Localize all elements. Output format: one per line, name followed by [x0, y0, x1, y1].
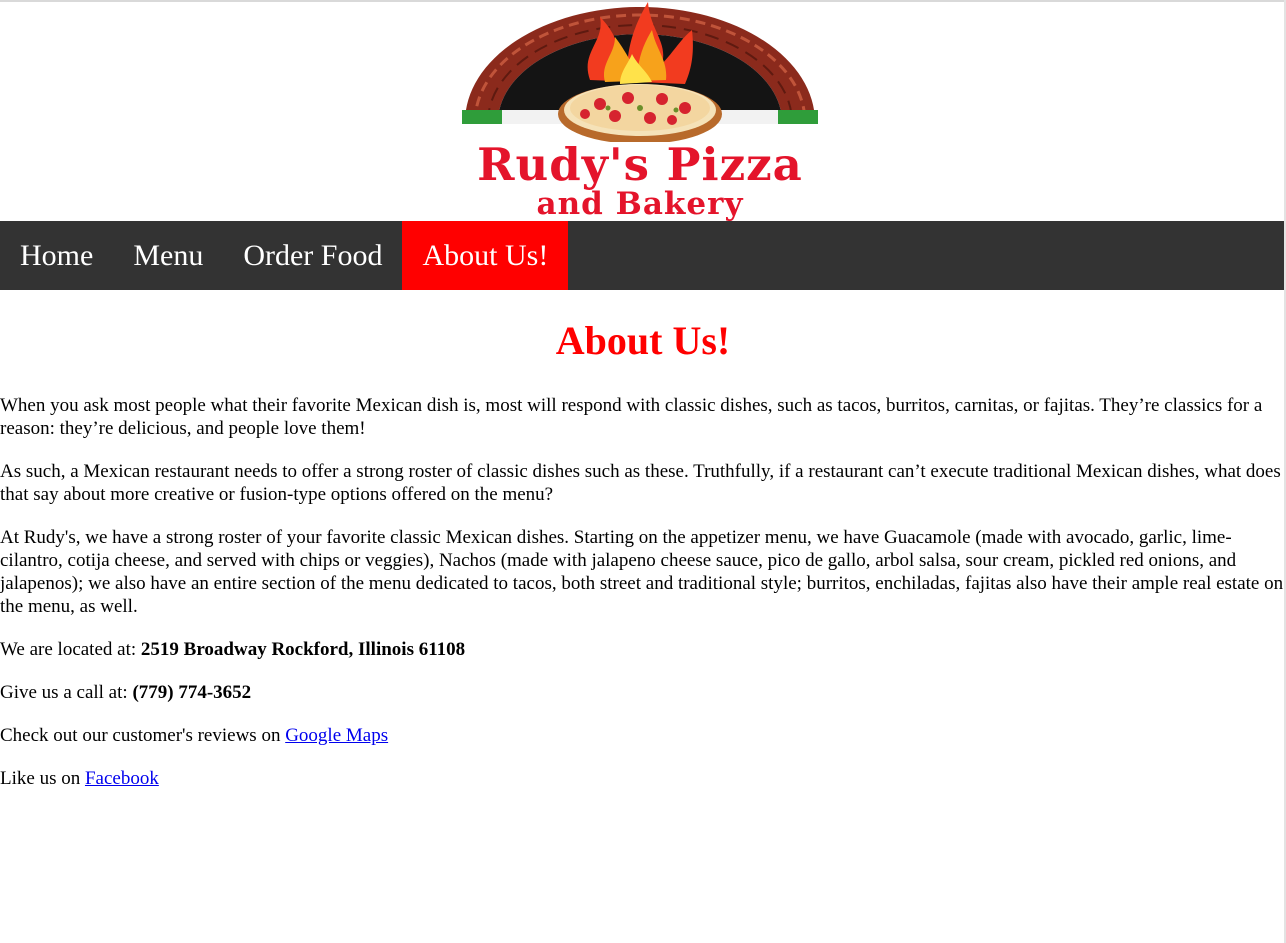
like-label: Like us on — [0, 768, 81, 789]
main-nav: Home Menu Order Food About Us! — [0, 221, 1286, 290]
nav-menu[interactable]: Menu — [113, 221, 223, 290]
phone-number: (779) 774-3652 — [132, 682, 252, 703]
location-line: We are located at: 2519 Broadway Rockfor… — [0, 638, 1286, 661]
location-label: We are located at: — [0, 639, 137, 660]
dishes-paragraph: At Rudy's, we have a strong roster of yo… — [0, 527, 1284, 617]
rudys-logo[interactable]: Rudy's Pizza and Bakery — [440, 2, 840, 221]
phone-line: Give us a call at: (779) 774-3652 — [0, 681, 1286, 704]
page-title: About Us! — [555, 318, 731, 363]
facebook-line: Like us on Facebook — [0, 767, 1286, 790]
pizza-oven-icon — [462, 2, 818, 142]
address: 2519 Broadway Rockford, Illinois 61108 — [140, 639, 466, 660]
reviews-label: Check out our customer's reviews on — [0, 725, 281, 746]
nav-order-food[interactable]: Order Food — [223, 221, 402, 290]
logo-name: Rudy's Pizza — [477, 138, 803, 191]
header: Rudy's Pizza and Bakery — [0, 0, 1286, 221]
main-content: About Us! When you ask most people what … — [0, 318, 1286, 790]
call-label: Give us a call at: — [0, 682, 128, 703]
logo-subtitle: and Bakery — [536, 186, 744, 222]
roster-paragraph: As such, a Mexican restaurant needs to o… — [0, 461, 1281, 505]
intro-paragraph: When you ask most people what their favo… — [0, 395, 1263, 439]
google-maps-link[interactable]: Google Maps — [285, 725, 388, 746]
facebook-link[interactable]: Facebook — [85, 768, 159, 789]
nav-home[interactable]: Home — [0, 221, 113, 290]
nav-about-us[interactable]: About Us! — [402, 221, 569, 290]
reviews-line: Check out our customer's reviews on Goog… — [0, 724, 1286, 747]
